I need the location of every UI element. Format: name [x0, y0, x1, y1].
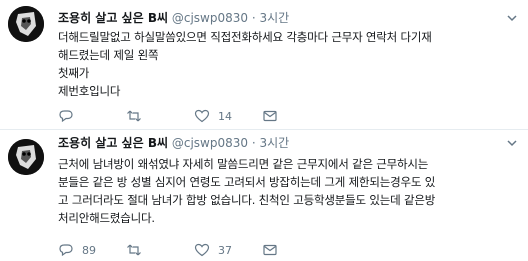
timestamp[interactable]: 3시간 — [259, 11, 289, 25]
envelope-icon — [263, 110, 277, 122]
tweet-1[interactable]: 조용히 살고 싶은 B씨 @cjswp0830 · 3시간 더해드릴말없고 하실… — [0, 0, 528, 130]
tweet-2[interactable]: 조용히 살고 싶은 B씨 @cjswp0830 · 3시간 근처에 남녀방이 왜… — [0, 130, 528, 260]
reply-button[interactable]: 89 — [58, 242, 96, 258]
message-button[interactable] — [262, 242, 286, 258]
retweet-icon — [127, 244, 141, 256]
display-name[interactable]: 조용히 살고 싶은 B씨 — [58, 11, 168, 25]
tweet-line: 더해드릴말없고 하실말씀있으면 직접전화하세요 각층마다 근무자 연락처 다기재 — [58, 30, 432, 44]
retweet-button[interactable] — [126, 108, 164, 124]
tweet-line: 첫째가 — [58, 66, 90, 80]
tweet-line: 처리안해드렸습니다. — [58, 211, 155, 225]
tweet-header: 조용히 살고 싶은 B씨 @cjswp0830 · 3시간 — [58, 134, 289, 151]
avatar[interactable] — [8, 6, 44, 42]
display-name[interactable]: 조용히 살고 싶은 B씨 — [58, 136, 168, 150]
reply-icon — [59, 110, 73, 123]
timestamp[interactable]: 3시간 — [259, 136, 289, 150]
tweet-line: 근처에 남녀방이 왜섞였냐 자세히 말씀드리면 같은 근무지에서 같은 근무하시… — [58, 157, 429, 171]
like-count: 14 — [218, 109, 232, 123]
retweet-button[interactable] — [126, 242, 164, 258]
tweet-header: 조용히 살고 싶은 B씨 @cjswp0830 · 3시간 — [58, 9, 289, 26]
tweet-actions: 14 — [58, 108, 316, 124]
separator-dot: · — [251, 136, 256, 150]
message-button[interactable] — [262, 108, 286, 124]
like-button[interactable]: 14 — [194, 108, 232, 124]
retweet-icon — [127, 110, 141, 122]
user-handle[interactable]: @cjswp0830 — [172, 136, 248, 150]
avatar[interactable] — [8, 139, 44, 175]
tweet-line: 해드렸는데 제일 왼쪽 — [58, 48, 159, 62]
tweet-text: 근처에 남녀방이 왜섞였냐 자세히 말씀드리면 같은 근무지에서 같은 근무하시… — [58, 155, 518, 227]
tweet-line: 제번호입니다 — [58, 84, 121, 98]
tweet-line: 분들은 같은 방 성별 심지어 연령도 고려되서 방잡히는데 그게 제한되는경우… — [58, 175, 436, 189]
chevron-down-icon[interactable] — [506, 134, 518, 147]
reply-button[interactable] — [58, 108, 96, 124]
tweet-actions: 89 37 — [58, 242, 316, 258]
like-icon — [194, 243, 210, 257]
reply-count: 89 — [82, 243, 96, 257]
like-icon — [194, 109, 210, 123]
separator-dot: · — [251, 11, 256, 25]
like-count: 37 — [218, 243, 232, 257]
tweet-line: 고 그러더라도 절대 남녀가 합방 없습니다. 친척인 고등학생분들도 있는데 … — [58, 193, 436, 207]
chevron-down-icon[interactable] — [506, 9, 518, 22]
like-button[interactable]: 37 — [194, 242, 232, 258]
envelope-icon — [263, 244, 277, 256]
user-handle[interactable]: @cjswp0830 — [172, 11, 248, 25]
tweet-text: 더해드릴말없고 하실말씀있으면 직접전화하세요 각층마다 근무자 연락처 다기재… — [58, 28, 518, 100]
reply-icon — [59, 244, 73, 257]
